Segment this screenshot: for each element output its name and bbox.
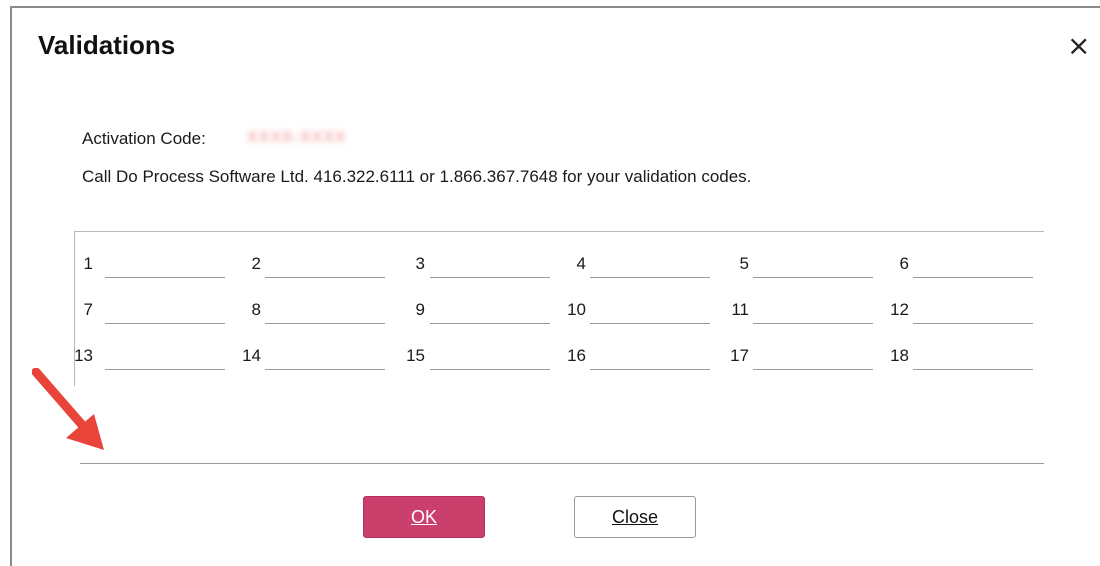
code-input-8[interactable] (265, 292, 385, 324)
code-label-2: 2 (251, 254, 261, 273)
code-label-4: 4 (576, 254, 586, 273)
code-label-8: 8 (251, 300, 261, 319)
code-label-9: 9 (415, 300, 425, 319)
code-label-10: 10 (567, 300, 586, 319)
code-input-6[interactable] (913, 246, 1033, 278)
code-input-13[interactable] (105, 338, 225, 370)
code-label-16: 16 (567, 346, 586, 365)
validations-dialog: Validations × Activation Code: XXXX-XXXX… (10, 6, 1100, 566)
code-input-15[interactable] (430, 338, 550, 370)
code-input-3[interactable] (430, 246, 550, 278)
code-input-12[interactable] (913, 292, 1033, 324)
code-input-16[interactable] (590, 338, 710, 370)
code-input-10[interactable] (590, 292, 710, 324)
code-input-14[interactable] (265, 338, 385, 370)
close-button[interactable]: Close (574, 496, 696, 538)
code-input-5[interactable] (753, 246, 873, 278)
code-label-15: 15 (406, 346, 425, 365)
code-input-1[interactable] (105, 246, 225, 278)
code-label-6: 6 (899, 254, 909, 273)
code-input-9[interactable] (430, 292, 550, 324)
code-label-7: 7 (83, 300, 93, 319)
code-label-3: 3 (415, 254, 425, 273)
code-input-4[interactable] (590, 246, 710, 278)
validation-codes-grid: 1 2 3 4 5 6 7 8 9 10 11 12 13 14 15 16 1… (74, 231, 1044, 386)
code-label-12: 12 (890, 300, 909, 319)
instructions-text: Call Do Process Software Ltd. 416.322.61… (82, 167, 752, 186)
annotation-arrow-icon (32, 368, 104, 450)
code-input-7[interactable] (105, 292, 225, 324)
code-label-14: 14 (242, 346, 261, 365)
code-label-13: 13 (74, 346, 93, 365)
code-input-2[interactable] (265, 246, 385, 278)
code-label-5: 5 (739, 254, 749, 273)
close-icon[interactable]: × (1067, 32, 1090, 60)
activation-code-label: Activation Code: (82, 129, 206, 148)
code-input-17[interactable] (753, 338, 873, 370)
code-label-17: 17 (730, 346, 749, 365)
ok-button[interactable]: OK (363, 496, 485, 538)
message-field[interactable] (80, 430, 1044, 464)
code-input-11[interactable] (753, 292, 873, 324)
dialog-title: Validations (38, 30, 176, 60)
code-input-18[interactable] (913, 338, 1033, 370)
code-label-1: 1 (83, 254, 93, 273)
code-label-18: 18 (890, 346, 909, 365)
code-label-11: 11 (731, 300, 749, 319)
activation-code-value: XXXX-XXXX (247, 129, 347, 146)
